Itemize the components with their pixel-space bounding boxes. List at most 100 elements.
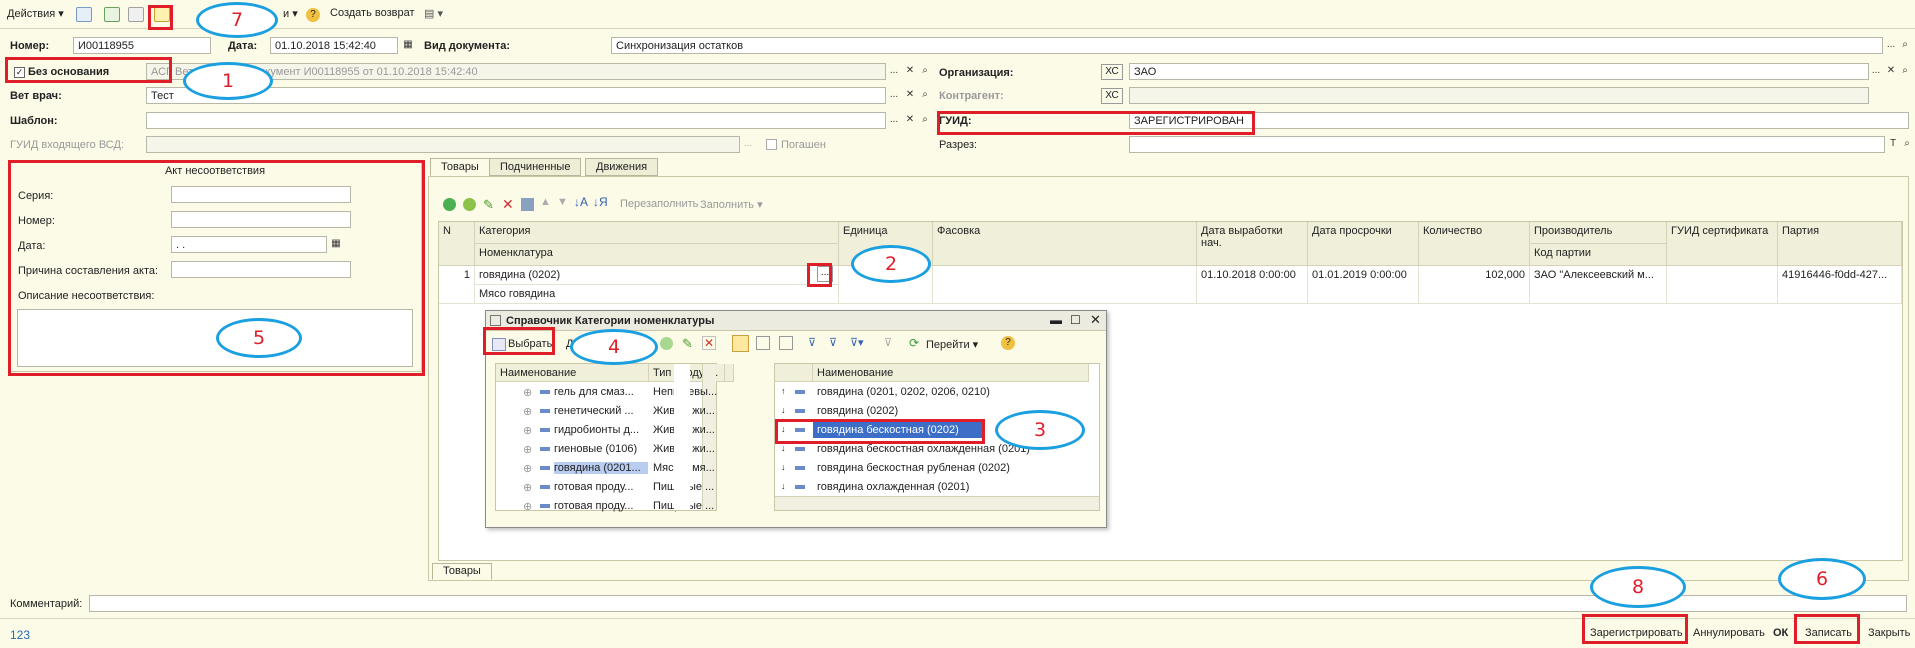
batch-cell[interactable]: 41916446-f0dd-427... — [1778, 266, 1902, 304]
bottom-tab-goods[interactable]: Товары — [432, 563, 492, 580]
select-button[interactable]: ... — [887, 88, 901, 103]
qty-cell[interactable]: 102,000 — [1419, 266, 1530, 304]
horizontal-scrollbar[interactable] — [775, 496, 1099, 510]
expand-icon[interactable]: ⊕ — [523, 405, 532, 418]
refill-button[interactable]: Перезаполнить — [620, 198, 698, 210]
filter-icon[interactable]: ⊽ — [808, 336, 816, 349]
doc-type-field[interactable]: Синхронизация остатков — [611, 37, 1883, 54]
expand-icon[interactable]: ⊕ — [523, 386, 532, 399]
clear-icon[interactable]: ✕ — [903, 64, 917, 79]
col-packing[interactable]: Фасовка — [933, 222, 1197, 266]
post-icon[interactable] — [104, 7, 120, 22]
col-name[interactable]: Наименование — [496, 364, 649, 382]
actions-menu[interactable]: Действия ▾ — [7, 7, 64, 20]
prod-date-cell[interactable]: 01.10.2018 0:00:00 — [1197, 266, 1308, 304]
clear-icon[interactable]: ✕ — [903, 88, 917, 103]
col-category[interactable]: Категория — [475, 222, 839, 244]
save-icon[interactable] — [76, 7, 92, 22]
ok-button[interactable]: ОК — [1773, 627, 1788, 639]
col-cert-guid[interactable]: ГУИД сертификата — [1667, 222, 1778, 266]
nomenclature-cell[interactable]: Мясо говядина — [475, 285, 839, 304]
select-button[interactable]: ... — [1884, 38, 1898, 53]
clear-icon[interactable]: ✕ — [903, 113, 917, 128]
annul-button[interactable]: Аннулировать — [1693, 627, 1765, 639]
list-item[interactable]: ↓ говядина бескостная рубленая (0202) — [775, 459, 1099, 478]
text-icon[interactable]: T — [1886, 137, 1900, 152]
close-button[interactable]: Закрыть — [1868, 627, 1910, 639]
more-menu[interactable]: и ▾ — [283, 7, 298, 20]
maximize-icon[interactable]: ☐ — [1070, 313, 1081, 327]
edit-icon[interactable]: ✎ — [483, 197, 494, 213]
sort-asc-icon[interactable]: ↓A — [574, 195, 588, 209]
col-batch[interactable]: Партия — [1778, 222, 1902, 266]
calendar-icon[interactable]: ▦ — [401, 38, 415, 53]
col-batch-code[interactable]: Код партии — [1530, 244, 1667, 266]
filter-value-icon[interactable]: ⊽ — [829, 336, 837, 349]
category-cell[interactable]: говядина (0202) — [475, 266, 839, 285]
edit-icon[interactable]: ✎ — [682, 336, 693, 352]
table-row[interactable]: 1 говядина (0202) ... Мясо говядина 01.1… — [439, 266, 1902, 304]
minimize-icon[interactable]: ▬ — [1050, 313, 1062, 327]
search-icon[interactable]: ⌕ — [918, 88, 932, 103]
expand-icon[interactable]: ⊕ — [523, 481, 532, 494]
delete-icon[interactable]: ✕ — [502, 196, 514, 213]
col-exp-date[interactable]: Дата просрочки — [1308, 222, 1419, 266]
tab-subordinate[interactable]: Подчиненные — [489, 158, 582, 176]
col-prod-date[interactable]: Дата выработки нач. — [1197, 222, 1308, 266]
col-qty[interactable]: Количество — [1419, 222, 1530, 266]
date-field[interactable]: 01.10.2018 15:42:40 — [270, 37, 398, 54]
col-nomenclature[interactable]: Номенклатура — [475, 244, 839, 266]
select-button[interactable]: ... — [887, 113, 901, 128]
cert-guid-cell[interactable] — [1667, 266, 1778, 304]
list-item[interactable]: ↓ говядина охлажденная (0201) — [775, 478, 1099, 497]
help-icon[interactable]: ? — [1001, 336, 1015, 350]
exp-date-cell[interactable]: 01.01.2019 0:00:00 — [1308, 266, 1419, 304]
list-icon[interactable] — [756, 336, 770, 350]
expand-icon[interactable]: ⊕ — [523, 500, 532, 513]
producer-cell[interactable]: ЗАО "Алексеевский м... — [1530, 266, 1667, 304]
delete-icon[interactable]: ✕ — [702, 336, 716, 350]
select-button[interactable]: ... — [887, 64, 901, 79]
search-icon[interactable]: ⌕ — [918, 113, 932, 128]
move-up-icon[interactable]: ▲ — [540, 196, 551, 208]
search-icon[interactable]: ⌕ — [1900, 137, 1914, 152]
number-field[interactable]: И00118955 — [73, 37, 211, 54]
printer-icon[interactable]: ▤ ▾ — [424, 7, 443, 20]
close-icon[interactable]: ✕ — [1090, 312, 1101, 328]
move-down-icon[interactable]: ▼ — [557, 196, 568, 208]
fill-button[interactable]: Заполнить ▾ — [700, 198, 763, 211]
print-doc-icon[interactable] — [128, 7, 144, 22]
add-icon[interactable] — [660, 337, 673, 350]
template-field[interactable] — [146, 112, 886, 129]
counterparty-field[interactable] — [1129, 87, 1869, 104]
col-producer[interactable]: Производитель — [1530, 222, 1667, 244]
packing-cell[interactable] — [933, 266, 1197, 304]
hierarchy-icon[interactable] — [732, 335, 749, 352]
tab-goods[interactable]: Товары — [430, 158, 490, 176]
help-icon[interactable]: ? — [306, 8, 320, 22]
col-name[interactable]: Наименование — [813, 364, 1089, 382]
tab-movements[interactable]: Движения — [585, 158, 659, 176]
search-icon[interactable]: ⌕ — [1898, 38, 1912, 53]
search-icon[interactable]: ⌕ — [918, 64, 932, 79]
select-button[interactable]: ... — [1869, 64, 1883, 79]
clear-filter-icon[interactable]: ⊽ — [884, 336, 892, 349]
refresh-icon[interactable]: ⟳ — [909, 336, 919, 350]
copy-icon[interactable] — [463, 198, 476, 211]
clear-icon[interactable]: ✕ — [1884, 64, 1898, 79]
filter-menu-icon[interactable]: ⊽▾ — [850, 336, 864, 349]
add-icon[interactable] — [443, 198, 456, 211]
expand-icon[interactable]: ⊕ — [523, 424, 532, 437]
sort-desc-icon[interactable]: ↓Я — [593, 195, 608, 209]
section-field[interactable] — [1129, 136, 1885, 153]
search-icon[interactable]: ⌕ — [1898, 64, 1912, 79]
go-menu[interactable]: Перейти ▾ — [926, 338, 978, 351]
expand-icon[interactable]: ⊕ — [523, 443, 532, 456]
counterparty-type-button[interactable]: ХС — [1101, 88, 1123, 104]
org-field[interactable]: ЗАО — [1129, 63, 1869, 80]
create-return-button[interactable]: Создать возврат — [330, 7, 415, 19]
save-row-icon[interactable] — [521, 198, 534, 211]
org-type-button[interactable]: ХС — [1101, 64, 1123, 80]
list-item[interactable]: ↑ говядина (0201, 0202, 0206, 0210) — [775, 383, 1099, 402]
expand-icon[interactable]: ⊕ — [523, 462, 532, 475]
